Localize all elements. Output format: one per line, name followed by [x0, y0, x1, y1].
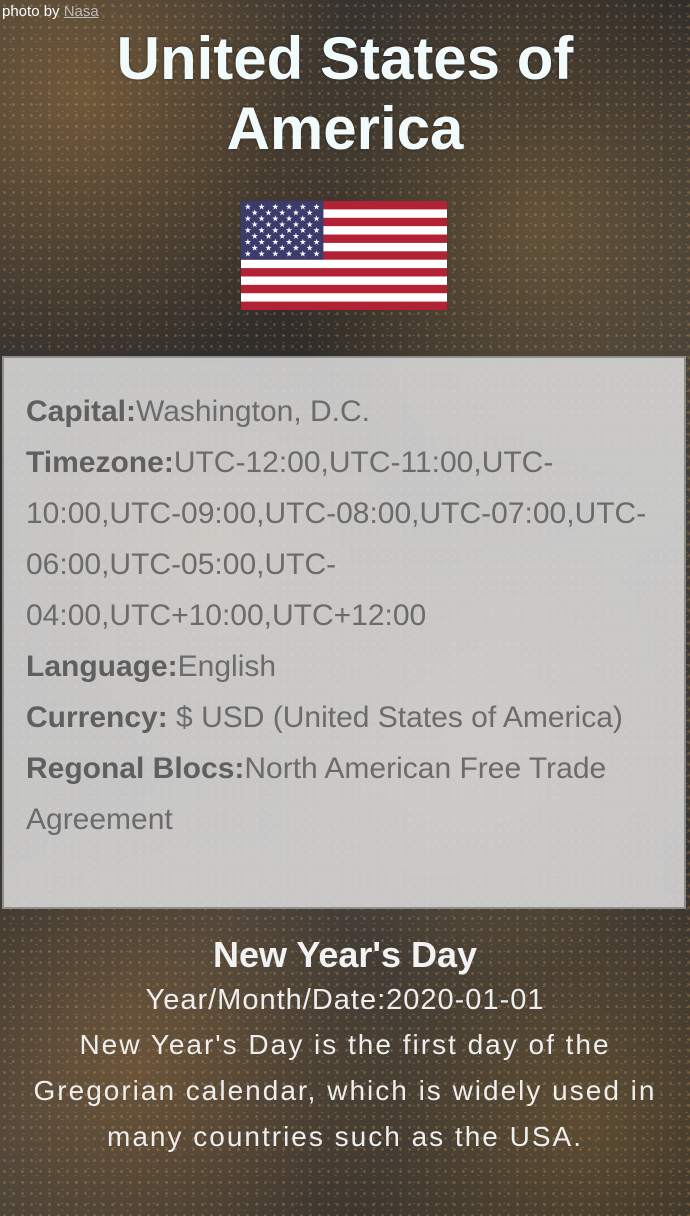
holiday-date: Year/Month/Date:2020-01-01	[0, 978, 690, 1022]
country-info-panel: Capital:Washington, D.C. Timezone:UTC-12…	[2, 356, 686, 909]
country-header: United States of America	[0, 0, 690, 356]
photo-credit-prefix: photo by	[2, 3, 64, 20]
holiday-description: New Year's Day is the first day of the G…	[33, 1029, 657, 1152]
us-flag-icon	[241, 201, 447, 310]
capital-row: Capital:Washington, D.C.	[26, 386, 662, 437]
capital-label: Capital:	[26, 395, 137, 428]
holiday-date-value: 2020-01-01	[386, 984, 545, 1016]
regional-blocs-row: Regonal Blocs:North American Free Trade …	[26, 743, 662, 845]
regional-blocs-label: Regonal Blocs:	[26, 752, 245, 785]
currency-value: $ USD (United States of America)	[167, 701, 623, 734]
page: { "credit": {"prefix": "photo by ", "aut…	[0, 0, 690, 1216]
holiday-name: New Year's Day	[212, 934, 478, 975]
holiday-section: New Year's Day Year/Month/Date:2020-01-0…	[0, 910, 690, 1160]
photo-credit: photo by Nasa	[2, 3, 99, 20]
timezone-label: Timezone:	[26, 446, 174, 479]
language-label: Language:	[26, 650, 178, 683]
language-value: English	[177, 650, 277, 683]
language-row: Language:English	[26, 641, 662, 692]
capital-value: Washington, D.C.	[136, 395, 370, 428]
currency-row: Currency: $ USD (United States of Americ…	[26, 692, 662, 743]
photo-credit-link[interactable]: Nasa	[64, 3, 99, 20]
holiday-date-label: Year/Month/Date:	[145, 984, 387, 1016]
timezone-row: Timezone:UTC-12:00,UTC-11:00,UTC-10:00,U…	[26, 437, 662, 641]
currency-label: Currency:	[26, 701, 168, 734]
country-title: United States of America	[116, 25, 574, 162]
